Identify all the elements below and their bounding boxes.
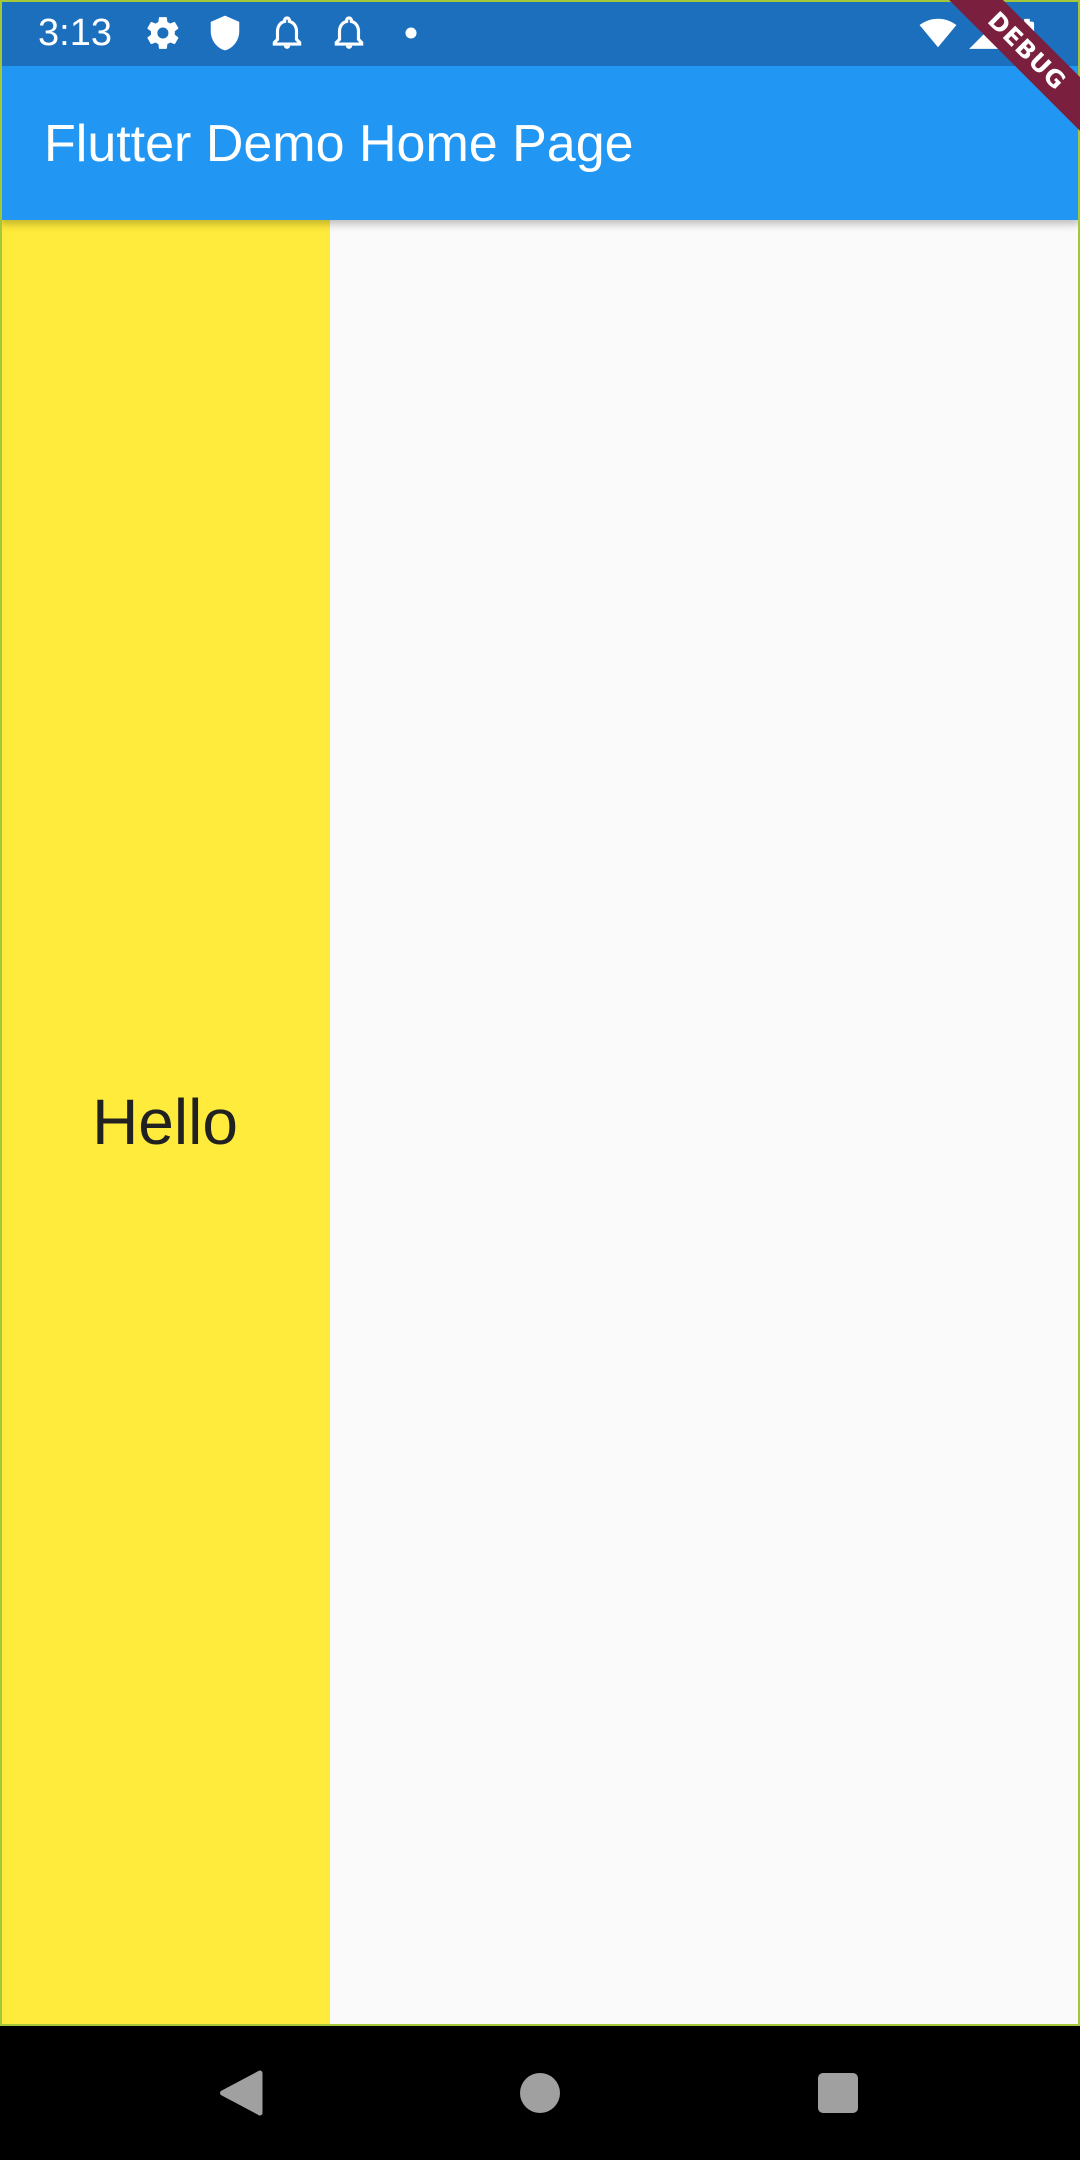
bell-icon xyxy=(330,14,368,52)
yellow-panel: Hello xyxy=(0,220,330,2026)
wifi-icon xyxy=(916,14,960,52)
gear-icon xyxy=(144,14,182,52)
app-bar: Flutter Demo Home Page xyxy=(0,66,1080,220)
dot-icon xyxy=(392,14,430,52)
bell-icon xyxy=(268,14,306,52)
recents-icon[interactable] xyxy=(808,2068,868,2118)
home-icon[interactable] xyxy=(510,2068,570,2118)
app-bar-title: Flutter Demo Home Page xyxy=(44,115,634,173)
hello-text: Hello xyxy=(92,1086,238,1158)
phone-screen: 3:13 Flutter Demo Home Page Hello DEBUG xyxy=(0,0,1080,2160)
page-body: Hello xyxy=(0,220,1080,2026)
back-icon[interactable] xyxy=(210,2068,270,2118)
status-bar: 3:13 xyxy=(0,0,1080,66)
status-time: 3:13 xyxy=(38,12,112,54)
navigation-bar xyxy=(0,2026,1080,2160)
shield-icon xyxy=(206,14,244,52)
